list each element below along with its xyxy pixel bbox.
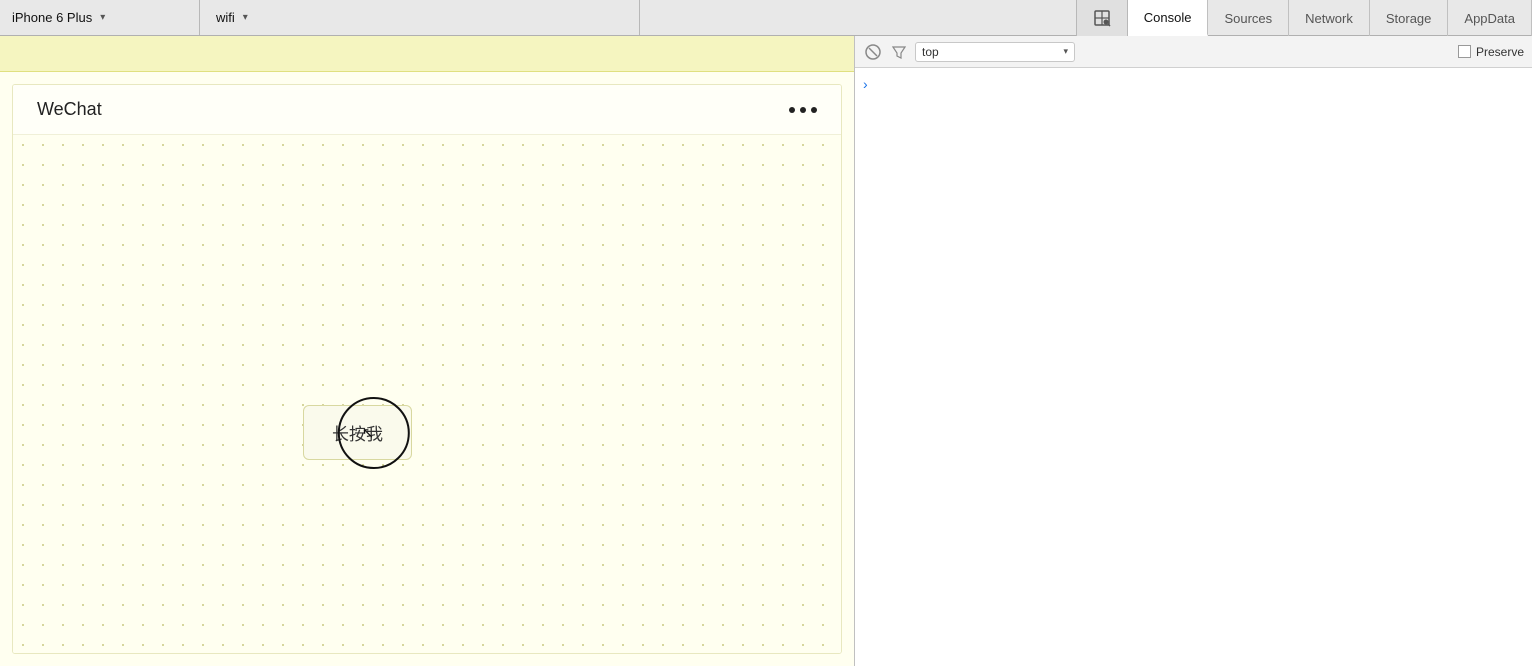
simulator-panel: WeChat 长按我 xyxy=(0,36,855,666)
dot-3 xyxy=(811,107,817,113)
console-arrow[interactable]: › xyxy=(863,72,1524,96)
filter-icon[interactable] xyxy=(889,42,909,62)
filter-input-container[interactable]: top ▾ xyxy=(915,42,1075,62)
longpress-button[interactable]: 长按我 ↖ xyxy=(303,405,412,460)
filter-dropdown-arrow[interactable]: ▾ xyxy=(1063,46,1068,57)
preserve-area: Preserve xyxy=(1458,45,1524,59)
device-selector[interactable]: iPhone 6 Plus ▾ xyxy=(0,0,200,35)
app-window: WeChat 长按我 xyxy=(12,84,842,654)
tab-network[interactable]: Network xyxy=(1289,0,1370,36)
app-menu-dots[interactable] xyxy=(789,107,817,113)
tab-appdata[interactable]: AppData xyxy=(1448,0,1532,36)
tab-storage[interactable]: Storage xyxy=(1370,0,1449,36)
wifi-selector[interactable]: wifi ▾ xyxy=(200,0,640,35)
devtools-panel: top ▾ Preserve › xyxy=(855,36,1532,666)
device-label: iPhone 6 Plus xyxy=(12,10,92,25)
preserve-checkbox[interactable] xyxy=(1458,45,1471,58)
dot-2 xyxy=(800,107,806,113)
simulator-status-bar xyxy=(0,36,854,72)
dot-1 xyxy=(789,107,795,113)
console-toolbar: top ▾ Preserve xyxy=(855,36,1532,68)
filter-value: top xyxy=(922,45,1059,59)
inspector-icon[interactable] xyxy=(1076,0,1128,36)
console-body: › xyxy=(855,68,1532,666)
wifi-label: wifi xyxy=(216,10,235,25)
app-title-bar: WeChat xyxy=(13,85,841,135)
device-dropdown-arrow[interactable]: ▾ xyxy=(100,12,105,23)
wifi-dropdown-arrow[interactable]: ▾ xyxy=(243,12,248,23)
longpress-container: 长按我 ↖ xyxy=(303,405,412,460)
tab-sources[interactable]: Sources xyxy=(1208,0,1289,36)
preserve-label: Preserve xyxy=(1476,45,1524,59)
longpress-text: 长按我 xyxy=(332,425,383,444)
app-title: WeChat xyxy=(37,99,102,120)
tab-console[interactable]: Console xyxy=(1128,0,1209,36)
console-clear-button[interactable] xyxy=(863,42,883,62)
app-body: 长按我 ↖ xyxy=(13,135,841,653)
